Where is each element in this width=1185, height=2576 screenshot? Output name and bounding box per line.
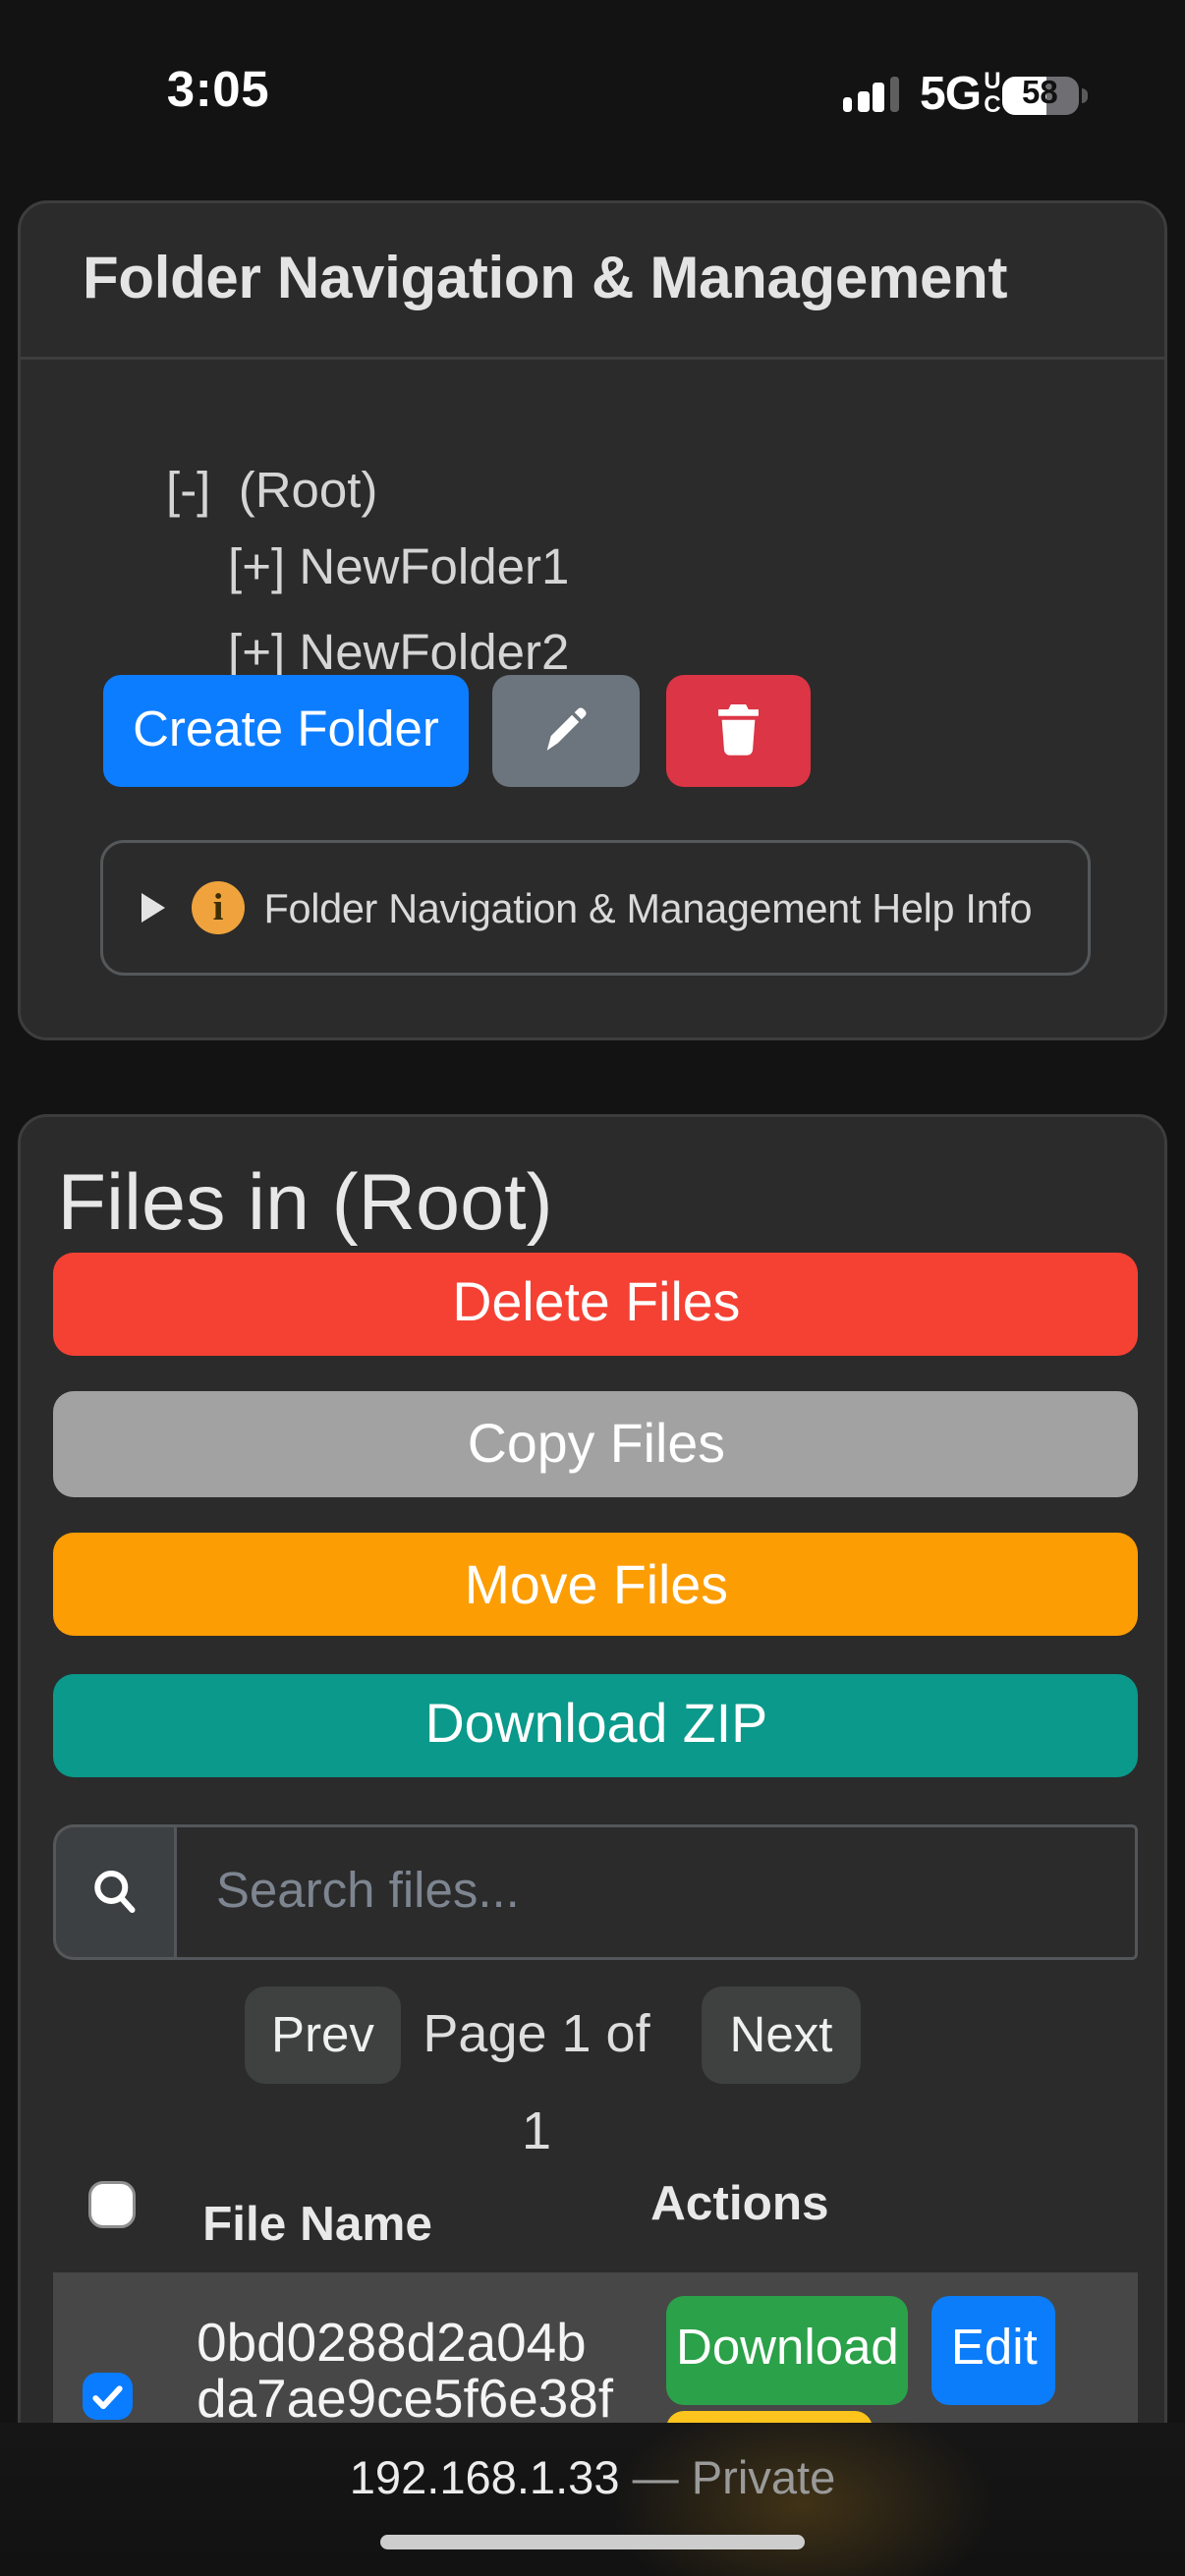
search-input[interactable] [175, 1825, 1139, 1961]
pencil-icon [537, 701, 593, 757]
download-button[interactable]: Download [666, 2296, 909, 2404]
files-card-title: Files in (Root) [58, 1149, 553, 1256]
folder-card-title: Folder Navigation & Management [83, 247, 1007, 314]
trash-icon [713, 701, 763, 757]
cellular-signal-icon [843, 76, 905, 113]
move-files-button[interactable]: Move Files [54, 1533, 1139, 1637]
next-page-button[interactable]: Next [702, 1987, 861, 2084]
file-name: 0bd0288d2a04b da7ae9ce5f6e38f [197, 2313, 613, 2428]
disclosure-triangle-icon [141, 893, 165, 923]
browser-bottom-bar: 192.168.1.33 — Private [0, 2423, 1185, 2576]
battery-icon: 58 [1002, 76, 1078, 115]
battery-percent: 58 [1002, 76, 1078, 115]
search-icon [86, 1864, 145, 1923]
tree-toggle-newfolder2[interactable]: [+] [228, 624, 285, 683]
help-accordion[interactable]: i Folder Navigation & Management Help In… [100, 840, 1091, 976]
battery-cap [1081, 88, 1088, 102]
network-uc-label: UC [984, 71, 1000, 115]
privacy-label: — Private [620, 2455, 836, 2505]
status-time: 3:05 [147, 62, 289, 121]
search-addon [54, 1825, 175, 1961]
folder-card-header: Folder Navigation & Management [21, 203, 1164, 360]
checkmark-icon [91, 2383, 124, 2410]
column-header-file-name: File Name [202, 2199, 432, 2255]
folder-navigation-card: Folder Navigation & Management [-] (Root… [18, 200, 1167, 1040]
row-checkbox-checked[interactable] [84, 2373, 132, 2421]
network-type-label: 5G UC [920, 70, 1001, 123]
download-zip-button[interactable]: Download ZIP [54, 1673, 1139, 1777]
delete-folder-button[interactable] [666, 674, 811, 786]
edit-button[interactable]: Edit [932, 2296, 1056, 2404]
delete-files-button[interactable]: Delete Files [54, 1252, 1139, 1356]
page-indicator: Page 1 of 1 [419, 1987, 654, 2084]
files-card: Files in (Root) Delete Files Copy Files … [18, 1114, 1167, 2446]
copy-files-button[interactable]: Copy Files [54, 1392, 1139, 1496]
url-text: 192.168.1.33 [350, 2455, 620, 2505]
prev-page-button[interactable]: Prev [245, 1987, 401, 2084]
column-header-actions: Actions [650, 2178, 829, 2234]
network-5g-label: 5G [920, 70, 981, 123]
home-indicator[interactable] [380, 2534, 805, 2549]
tree-label-newfolder2[interactable]: NewFolder2 [299, 624, 569, 683]
help-summary-label: Folder Navigation & Management Help Info [264, 886, 1033, 930]
address-bar[interactable]: 192.168.1.33 — Private [0, 2455, 1185, 2508]
create-folder-button[interactable]: Create Folder [103, 674, 469, 786]
select-all-checkbox[interactable] [89, 2180, 136, 2227]
info-icon: i [192, 881, 245, 934]
search-bar [54, 1825, 1139, 1961]
phone-screen: 3:05 5G UC 58 Folder Navigation & Manage… [0, 0, 1185, 2576]
rename-folder-button[interactable] [491, 674, 641, 786]
